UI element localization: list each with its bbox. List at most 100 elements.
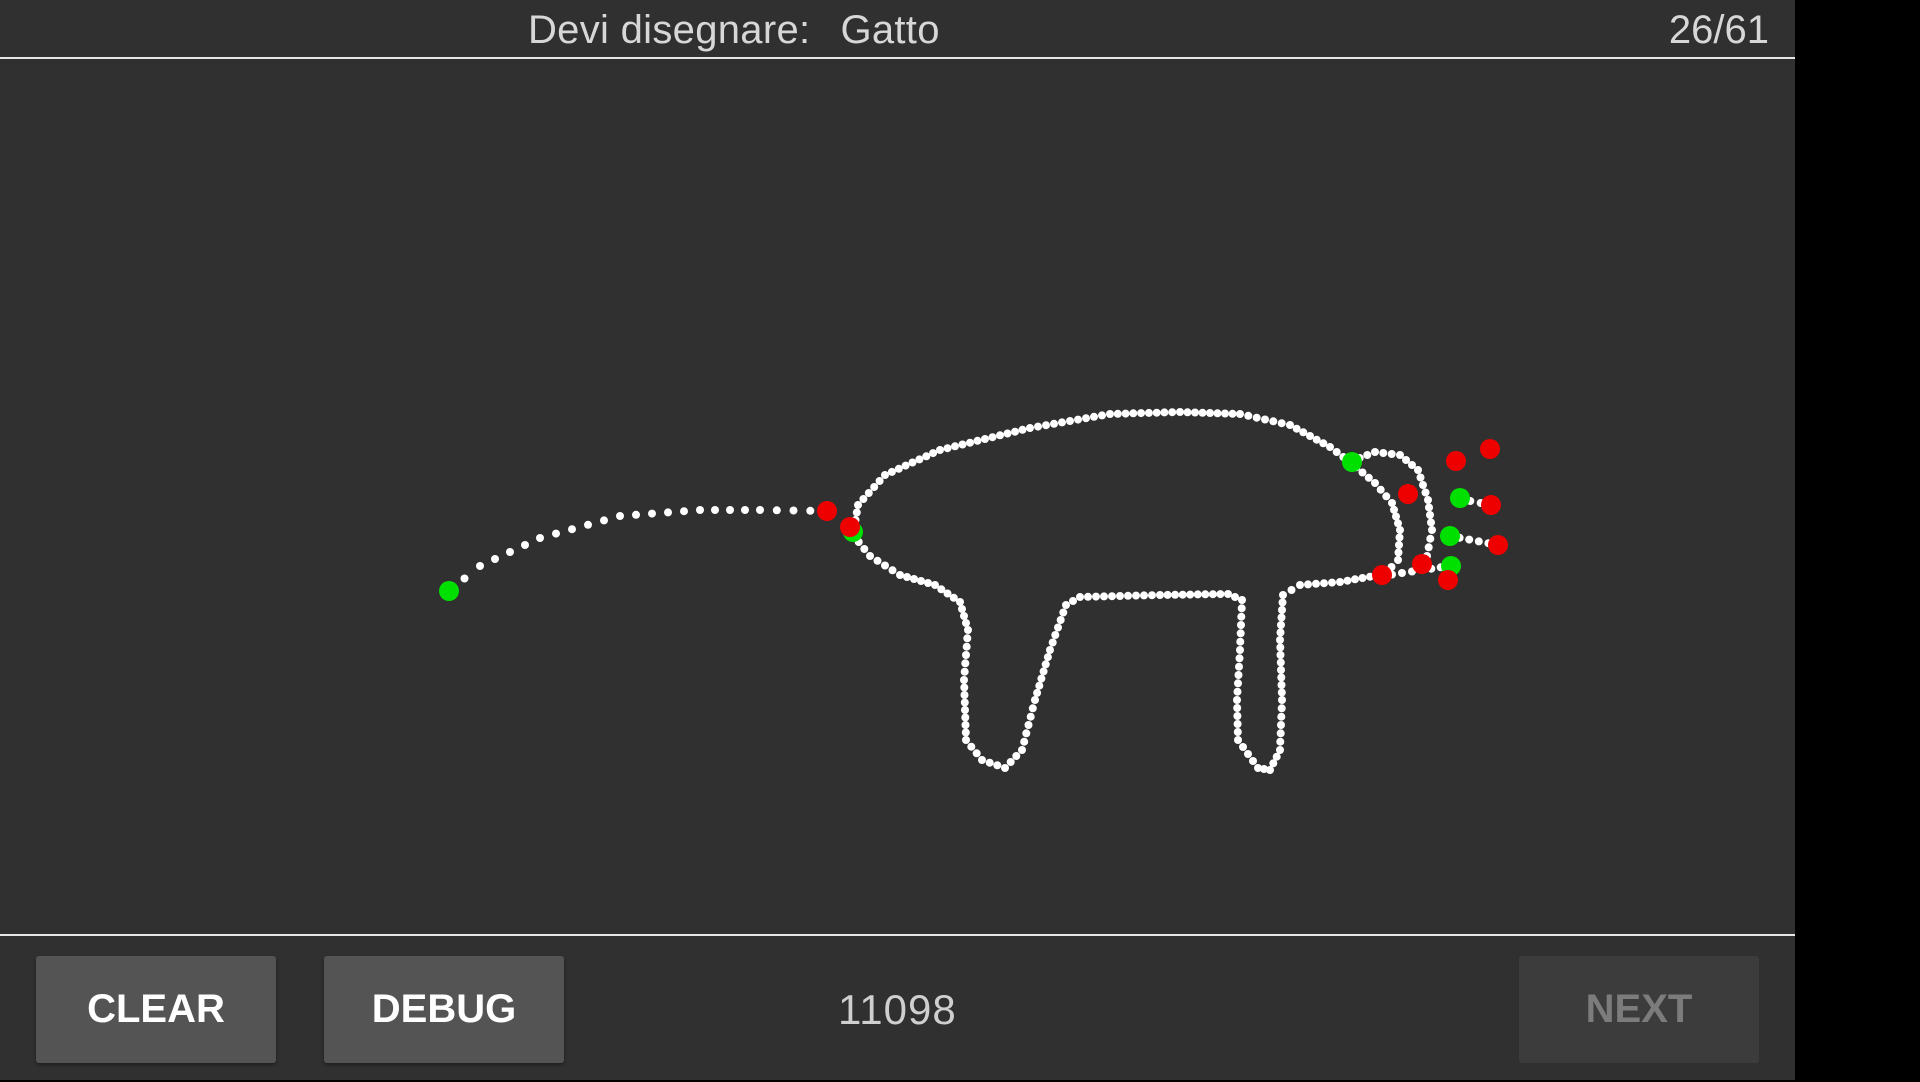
stroke-dot	[491, 555, 499, 563]
stroke-dot	[1144, 408, 1153, 417]
stroke-dot	[958, 605, 966, 613]
stroke-dot	[1042, 421, 1050, 430]
stroke-dot	[1428, 526, 1436, 534]
stroke-dot	[648, 509, 656, 518]
stroke-dot	[1006, 758, 1015, 766]
stroke-dot	[1277, 673, 1286, 682]
stroke-dot	[978, 756, 986, 764]
stroke-dot	[981, 435, 989, 443]
stroke-dot	[1394, 548, 1403, 557]
stroke-dot	[664, 508, 672, 517]
stroke-dot	[1235, 654, 1244, 663]
stroke-dot	[1414, 466, 1422, 474]
debug-button[interactable]: DEBUG	[324, 956, 564, 1063]
stroke-dot	[931, 581, 939, 589]
stroke-dot	[1201, 590, 1210, 599]
stroke-dot	[958, 440, 967, 449]
stroke-dot	[1193, 590, 1202, 599]
stroke-dot	[922, 452, 931, 461]
stroke-dot	[960, 676, 968, 684]
stroke-dot	[961, 659, 970, 668]
stroke-dot	[1277, 721, 1285, 729]
stroke-dot	[951, 442, 959, 451]
score-display: 11098	[838, 986, 957, 1033]
stroke-dot	[1326, 443, 1334, 451]
stroke-dot	[910, 575, 918, 583]
stroke-dot	[1054, 623, 1062, 632]
stroke-dot	[1392, 512, 1400, 521]
stroke-dot	[1236, 646, 1244, 654]
stroke-dot	[1398, 569, 1406, 577]
stroke-dot	[1236, 410, 1244, 418]
stroke-dot	[1276, 628, 1285, 637]
stroke-dot	[476, 562, 484, 570]
stroke-dot	[1474, 537, 1483, 546]
stroke-dot	[1424, 543, 1433, 552]
stroke-dot	[1278, 696, 1286, 704]
clear-button[interactable]: CLEAR	[36, 956, 276, 1063]
stroke-dot	[1239, 743, 1247, 751]
stroke-dot	[888, 566, 897, 575]
stroke-dot	[960, 683, 969, 692]
stroke-dot	[552, 529, 560, 538]
stroke-dot	[1424, 496, 1432, 504]
stroke-dot	[1427, 518, 1435, 527]
stroke-dot	[917, 577, 925, 585]
stroke-dot	[1277, 666, 1285, 674]
stroke-dot	[961, 713, 970, 722]
stroke-dot	[1028, 704, 1037, 713]
stroke-dot	[1332, 448, 1341, 456]
stroke-dot	[1058, 418, 1066, 427]
target-word: Gatto	[840, 8, 940, 52]
stroke-dot	[1152, 408, 1161, 417]
stroke-dot	[1062, 601, 1070, 609]
stroke-dot	[1319, 439, 1328, 448]
stroke-dot	[1249, 757, 1257, 765]
stroke-dot	[1244, 411, 1253, 420]
stroke-dot	[901, 461, 910, 470]
stroke-end-marker	[1438, 570, 1458, 590]
stroke-dot	[854, 501, 862, 509]
stroke-dot	[1043, 653, 1052, 662]
stroke-dot	[1224, 590, 1232, 598]
stroke-dot	[1421, 488, 1430, 497]
stroke-dot	[1156, 591, 1164, 599]
stroke-dot	[1163, 590, 1172, 599]
stroke-dot	[1046, 646, 1054, 654]
stroke-dot	[1018, 425, 1027, 434]
stroke-dot	[1059, 608, 1068, 617]
stroke-dot	[960, 698, 969, 707]
stroke-dot	[1026, 712, 1035, 721]
stroke-dot	[1358, 468, 1367, 477]
stroke-dot	[873, 556, 882, 565]
stroke-dot	[1394, 556, 1402, 564]
stroke-dot	[1140, 591, 1148, 600]
stroke-dot	[1336, 578, 1344, 586]
stroke-dot	[1237, 612, 1246, 621]
stroke-dot	[806, 506, 815, 515]
stroke-dot	[1066, 417, 1074, 425]
stroke-dot	[1106, 410, 1114, 418]
stroke-dot	[1252, 413, 1261, 422]
stroke-dot	[1279, 591, 1287, 599]
next-button[interactable]: NEXT	[1519, 956, 1759, 1063]
screen-edge	[1795, 0, 1920, 1080]
stroke-dot	[600, 516, 608, 525]
stroke-dot	[961, 721, 970, 729]
stroke-end-marker	[1446, 451, 1466, 471]
stroke-dot	[680, 507, 688, 516]
drawing-canvas[interactable]	[0, 59, 1795, 935]
stroke-dot	[1287, 586, 1296, 594]
stroke-dot	[943, 444, 952, 453]
stroke-end-marker	[1398, 484, 1418, 504]
stroke-dot	[1254, 764, 1262, 772]
stroke-dot	[1235, 662, 1243, 671]
stroke-dot	[1100, 592, 1108, 601]
stroke-dot	[1039, 667, 1048, 676]
stroke-dot	[1234, 679, 1242, 688]
stroke-dot	[964, 626, 972, 634]
stroke-dot	[967, 742, 976, 751]
stroke-dot	[756, 506, 764, 514]
stroke-dot	[1276, 636, 1284, 644]
stroke-dot	[866, 552, 874, 560]
